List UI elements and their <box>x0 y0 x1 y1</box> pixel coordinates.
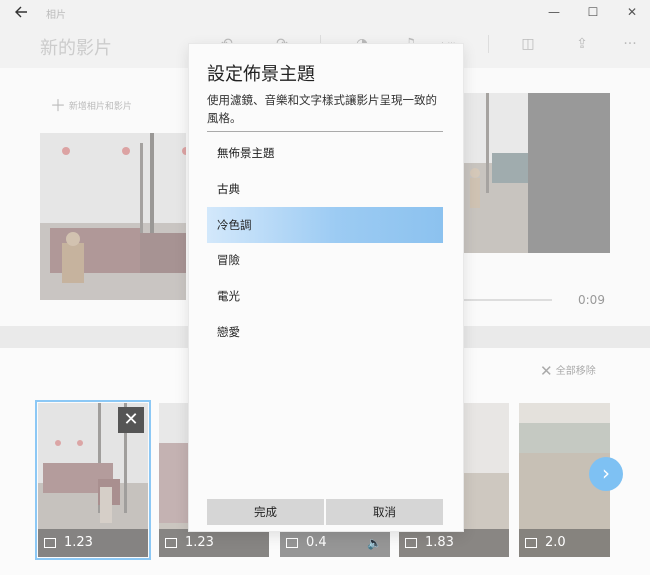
project-title[interactable]: 新的影片 <box>40 34 112 60</box>
video-icon <box>286 538 298 548</box>
clip-duration: 1.83 <box>399 529 509 557</box>
duration-label: 2.0 <box>545 535 566 550</box>
preview-photo <box>462 93 528 253</box>
theme-option-love[interactable]: 戀愛 <box>207 314 443 350</box>
maximize-button[interactable]: ☐ <box>585 5 601 19</box>
construction-photo <box>462 93 528 253</box>
clip-duration: 2.0 <box>519 529 610 557</box>
theme-option-none[interactable]: 無佈景主題 <box>207 135 443 171</box>
library-photo-thumbnail[interactable] <box>40 133 186 300</box>
seek-bar[interactable] <box>462 299 552 301</box>
dialog-description: 使用濾鏡、音樂和文字樣式讓影片呈現一致的風格。 <box>207 93 437 125</box>
back-arrow-icon[interactable] <box>14 5 28 19</box>
clip-duration: 0.4 🔈 <box>280 529 390 557</box>
add-label: 新增相片和影片 <box>68 102 132 112</box>
toolbar-divider <box>488 35 489 53</box>
add-photos-videos-button[interactable]: ＋ 新增相片和影片 <box>50 92 132 116</box>
construction-photo <box>40 133 186 300</box>
volume-icon[interactable]: 🔈 <box>367 529 382 557</box>
image-icon <box>405 538 417 548</box>
theme-option-classic[interactable]: 古典 <box>207 171 443 207</box>
duration-label: 1.83 <box>425 535 454 550</box>
remove-clip-button[interactable]: ✕ <box>118 407 144 433</box>
plus-icon: ＋ <box>50 96 67 115</box>
remove-all-button[interactable]: ✕ 全部移除 <box>540 362 596 380</box>
theme-option-electric[interactable]: 電光 <box>207 278 443 314</box>
app-name: 相片 <box>46 10 66 21</box>
duration-label: 1.23 <box>64 535 93 550</box>
clip-duration: 1.23 <box>38 529 148 557</box>
video-preview-pane[interactable] <box>528 93 610 253</box>
duration-label: 1.23 <box>185 535 214 550</box>
storyboard-card[interactable]: ✕ 1.23 <box>35 400 151 560</box>
image-icon <box>525 538 537 548</box>
theme-option-cool[interactable]: 冷色調 <box>207 207 443 243</box>
close-window-button[interactable]: ✕ <box>624 5 640 19</box>
more-options-icon[interactable]: ··· <box>620 36 640 52</box>
duration-label: 0.4 <box>306 535 327 550</box>
aspect-ratio-icon[interactable]: ◫ <box>518 36 538 52</box>
clip-duration: 1.23 <box>159 529 269 557</box>
chevron-right-icon: › <box>602 461 610 485</box>
image-icon <box>44 538 56 548</box>
cancel-button[interactable]: 取消 <box>326 499 443 525</box>
close-icon: ✕ <box>540 362 553 380</box>
share-icon[interactable]: ⇪ <box>572 36 592 52</box>
image-icon <box>165 538 177 548</box>
remove-all-label: 全部移除 <box>555 366 596 377</box>
dialog-divider <box>207 131 443 132</box>
dialog-title: 設定佈景主題 <box>207 64 315 85</box>
done-button[interactable]: 完成 <box>207 499 324 525</box>
scroll-next-button[interactable]: › <box>589 457 623 491</box>
theme-option-adventure[interactable]: 冒險 <box>207 242 443 278</box>
playback-time: 0:09 <box>578 293 605 307</box>
minimize-button[interactable]: — <box>546 5 562 19</box>
